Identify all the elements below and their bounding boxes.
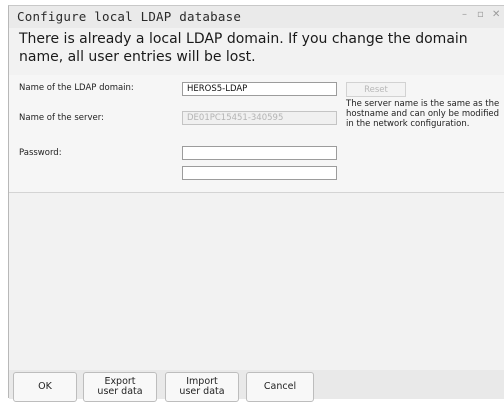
password-input[interactable] bbox=[182, 146, 337, 160]
domain-name-input[interactable] bbox=[182, 82, 337, 96]
title-bar[interactable]: Configure local LDAP database – ▫ ✕ bbox=[9, 6, 504, 28]
divider bbox=[9, 192, 504, 193]
password-label: Password: bbox=[19, 148, 62, 158]
server-name-label: Name of the server: bbox=[19, 113, 104, 123]
warning-notice: There is already a local LDAP domain. If… bbox=[19, 31, 468, 65]
domain-name-label: Name of the LDAP domain: bbox=[19, 83, 134, 93]
reset-button[interactable]: Reset bbox=[346, 82, 406, 97]
password-confirm-input[interactable] bbox=[182, 166, 337, 180]
cancel-button-label: Cancel bbox=[263, 381, 297, 392]
minimize-icon[interactable]: – bbox=[462, 9, 467, 20]
import-button-line2: user data bbox=[179, 386, 225, 397]
ok-button-label: OK bbox=[38, 381, 52, 392]
maximize-icon[interactable]: ▫ bbox=[477, 9, 484, 20]
close-icon[interactable]: ✕ bbox=[492, 9, 500, 20]
export-button-line2: user data bbox=[97, 386, 143, 397]
window-title: Configure local LDAP database bbox=[17, 9, 242, 24]
server-name-input bbox=[182, 111, 337, 125]
ldap-config-dialog: Configure local LDAP database – ▫ ✕ Ther… bbox=[8, 5, 504, 402]
server-name-note: The server name is the same as the hostn… bbox=[346, 99, 500, 129]
